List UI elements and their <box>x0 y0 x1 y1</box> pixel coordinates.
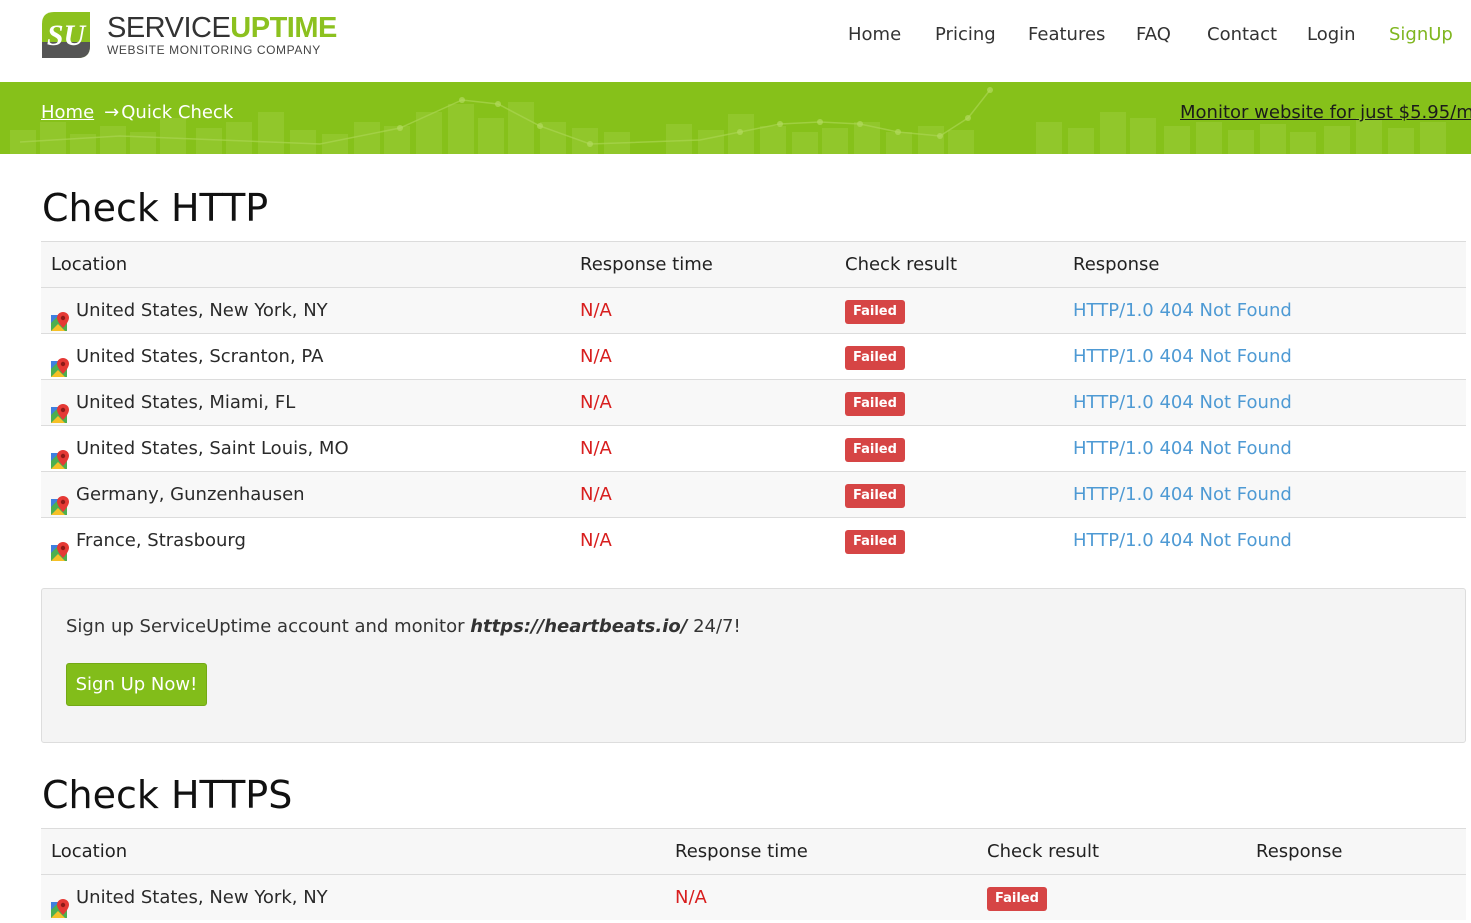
nav-home[interactable]: Home <box>848 24 901 45</box>
main-nav: Home Pricing Features FAQ Contact Login … <box>0 24 1471 48</box>
breadcrumb-arrow-icon: → <box>104 102 120 123</box>
column-header-check-result: Check result <box>987 841 1100 862</box>
table-header-row: Location Response time Check result Resp… <box>41 241 1466 287</box>
map-pin-icon <box>51 303 70 331</box>
column-header-check-result: Check result <box>845 254 958 275</box>
response-link[interactable]: HTTP/1.0 404 Not Found <box>1073 426 1292 472</box>
table-row: United States, Scranton, PA N/A Failed HTTP… <box>41 333 1466 379</box>
location-text: United States, New York, NY <box>76 300 328 321</box>
check-result-cell: Failed <box>987 875 1047 921</box>
table-row: France, Strasbourg N/A Failed HTTP/1.0 404 … <box>41 517 1466 563</box>
site-header: SU SERVICEUPTIME WEBSITE MONITORING COMP… <box>0 0 1471 82</box>
map-pin-icon <box>51 890 70 918</box>
map-pin-icon <box>51 487 70 515</box>
response-time-value: N/A <box>580 300 612 321</box>
nav-pricing[interactable]: Pricing <box>935 24 996 45</box>
check-result-cell: Failed <box>845 426 905 472</box>
column-header-response-time: Response time <box>675 841 808 862</box>
column-header-response: Response <box>1073 254 1160 275</box>
location-cell: United States, New York, NY <box>51 288 328 334</box>
map-pin-icon <box>51 441 70 469</box>
nav-login[interactable]: Login <box>1307 24 1356 45</box>
check-result-cell: Failed <box>845 334 905 380</box>
location-text: United States, Scranton, PA <box>76 346 324 367</box>
failed-badge: Failed <box>845 484 905 508</box>
column-header-response-time: Response time <box>580 254 713 275</box>
check-result-cell: Failed <box>845 518 905 564</box>
map-pin-icon <box>51 533 70 561</box>
nav-signup[interactable]: SignUp <box>1389 24 1453 45</box>
https-section-title: Check HTTPS <box>42 773 293 817</box>
check-result-cell: Failed <box>845 380 905 426</box>
column-header-response: Response <box>1256 841 1343 862</box>
monitored-url: https://heartbeats.io/ <box>470 616 688 637</box>
response-time-value: N/A <box>675 887 707 908</box>
map-pin-icon <box>51 349 70 377</box>
response-time-value: N/A <box>580 346 612 367</box>
response-link[interactable]: HTTP/1.0 404 Not Found <box>1073 472 1292 518</box>
failed-badge: Failed <box>845 300 905 324</box>
nav-contact[interactable]: Contact <box>1207 24 1277 45</box>
response-link[interactable]: HTTP/1.0 404 Not Found <box>1073 334 1292 380</box>
location-text: France, Strasbourg <box>76 530 246 551</box>
breadcrumb-home-link[interactable]: Home <box>41 102 94 123</box>
location-text: United States, Saint Louis, MO <box>76 438 349 459</box>
breadcrumb: Home → Quick Check <box>41 102 233 123</box>
response-time-value: N/A <box>580 438 612 459</box>
response-link[interactable]: HTTP/1.0 404 Not Found <box>1073 380 1292 426</box>
failed-badge: Failed <box>845 438 905 462</box>
http-section-title: Check HTTP <box>42 186 269 230</box>
table-row: United States, Miami, FL N/A Failed HTTP/1.… <box>41 379 1466 425</box>
check-result-cell: Failed <box>845 472 905 518</box>
location-cell: United States, Miami, FL <box>51 380 295 426</box>
table-header-row: Location Response time Check result Resp… <box>41 828 1466 874</box>
nav-faq[interactable]: FAQ <box>1136 24 1171 45</box>
response-time-value: N/A <box>580 530 612 551</box>
promo-link[interactable]: Monitor website for just $5.95/mo <box>1180 102 1471 123</box>
location-text: United States, New York, NY <box>76 887 328 908</box>
response-link[interactable]: HTTP/1.0 404 Not Found <box>1073 518 1292 564</box>
location-cell: United States, Saint Louis, MO <box>51 426 349 472</box>
failed-badge: Failed <box>845 530 905 554</box>
nav-features[interactable]: Features <box>1028 24 1105 45</box>
table-row: Germany, Gunzenhausen N/A Failed HTTP/1.0 4… <box>41 471 1466 517</box>
location-cell: United States, Scranton, PA <box>51 334 323 380</box>
table-row: United States, Saint Louis, MO N/A Failed H… <box>41 425 1466 471</box>
location-text: Germany, Gunzenhausen <box>76 484 305 505</box>
breadcrumb-banner: Home → Quick Check Monitor website for jus… <box>0 82 1471 154</box>
https-results-table: Location Response time Check result Resp… <box>41 828 1466 920</box>
location-cell: France, Strasbourg <box>51 518 246 564</box>
column-header-location: Location <box>51 841 128 862</box>
table-row: United States, New York, NY N/A Failed HTTP… <box>41 287 1466 333</box>
location-text: United States, Miami, FL <box>76 392 296 413</box>
sign-up-now-button[interactable]: Sign Up Now! <box>66 663 207 706</box>
failed-badge: Failed <box>845 392 905 416</box>
http-results-table: Location Response time Check result Resp… <box>41 241 1466 563</box>
map-pin-icon <box>51 395 70 423</box>
failed-badge: Failed <box>845 346 905 370</box>
check-result-cell: Failed <box>845 288 905 334</box>
location-cell: Germany, Gunzenhausen <box>51 472 305 518</box>
table-row: United States, New York, NY N/A Failed <box>41 874 1466 920</box>
location-cell: United States, New York, NY <box>51 875 328 921</box>
column-header-location: Location <box>51 254 128 275</box>
response-time-value: N/A <box>580 392 612 413</box>
failed-badge: Failed <box>987 887 1047 911</box>
breadcrumb-current: Quick Check <box>121 102 234 123</box>
response-link[interactable]: HTTP/1.0 404 Not Found <box>1073 288 1292 334</box>
signup-cta-box: Sign up ServiceUptime account and monito… <box>41 588 1466 743</box>
response-time-value: N/A <box>580 484 612 505</box>
cta-message: Sign up ServiceUptime account and monito… <box>66 616 741 637</box>
